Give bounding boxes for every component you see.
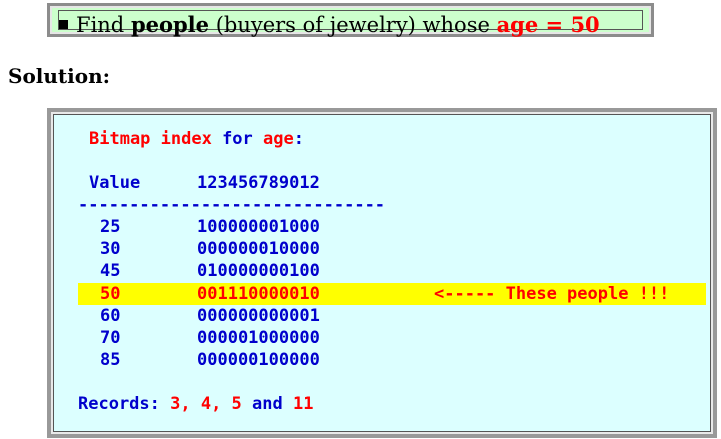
task-condition: age = 50 (496, 12, 600, 37)
records-last: 11 (292, 394, 314, 414)
records-and: and (241, 394, 293, 414)
bitmap-title-colon: : (293, 129, 304, 149)
highlight-note: <----- These people !!! (434, 284, 670, 304)
header-bits: 123456789012 (197, 173, 320, 193)
task-statement: Find people (buyers of jewelry) whose ag… (59, 12, 600, 37)
records-list: 3, 4, 5 (170, 394, 242, 414)
bitmap-code-box (47, 108, 717, 438)
bullet-square-icon (59, 20, 68, 29)
bitmap-title-age: age (263, 129, 294, 149)
row-value: 60 (100, 306, 121, 326)
records-label: Records: (78, 394, 171, 414)
row-value: 45 (100, 261, 121, 281)
row-value: 70 (100, 328, 121, 348)
row-value-highlighted: 50 (100, 284, 121, 304)
row-bits: 000001000000 (197, 328, 320, 348)
bitmap-title: Bitmap index for age: (89, 128, 304, 150)
row-bits: 000000000001 (197, 306, 320, 326)
row-bits: 010000000100 (197, 261, 320, 281)
row-bits: 100000001000 (197, 217, 320, 237)
header-value: Value (89, 173, 141, 193)
row-bits: 000000100000 (197, 350, 320, 370)
bitmap-title-for: for (211, 129, 264, 149)
row-value: 85 (100, 350, 121, 370)
separator-line: ------------------------------ (78, 195, 386, 215)
row-bits-highlighted: 001110000010 (197, 284, 320, 304)
records-line: Records: 3, 4, 5 and 11 (78, 393, 313, 415)
row-bits: 000000010000 (197, 239, 320, 259)
task-bold-word: people (130, 12, 210, 37)
row-value: 25 (100, 217, 121, 237)
task-prefix: Find (76, 13, 131, 37)
row-value: 30 (100, 239, 121, 259)
task-box: Find people (buyers of jewelry) whose ag… (47, 3, 654, 37)
task-middle: (buyers of jewelry) whose (209, 13, 497, 37)
bitmap-title-word: Bitmap index (89, 129, 212, 149)
solution-heading: Solution: (8, 64, 111, 88)
